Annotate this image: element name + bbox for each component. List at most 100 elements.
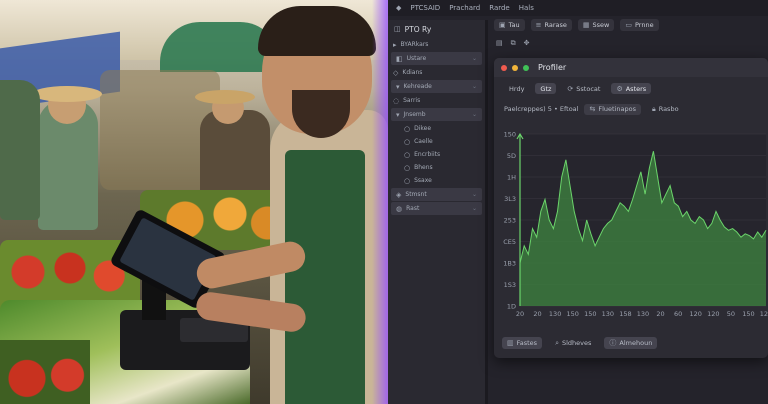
- sidebar-item-11[interactable]: ○ Ssaxe: [388, 174, 485, 187]
- chevron-down-icon[interactable]: ⌄: [472, 83, 477, 90]
- menu-item-1[interactable]: PTCSAID: [410, 4, 440, 12]
- sidebar-item-label: Ssaxe: [414, 177, 432, 184]
- chart-icon: ▥: [507, 339, 514, 347]
- y-tick-label: 3L3: [504, 195, 516, 203]
- frame-icon: ▣: [499, 21, 506, 29]
- y-tick-label: 1H: [507, 174, 516, 182]
- move-icon[interactable]: ✥: [524, 39, 530, 47]
- x-tick-label: 150: [742, 310, 754, 318]
- x-tick-label: 20: [656, 310, 664, 318]
- sidebar-item-label: Sarris: [403, 97, 421, 104]
- footer-button-1[interactable]: ▥ Fastes: [502, 337, 543, 349]
- sidebar-item-label: Kdians: [402, 69, 423, 76]
- sidebar-item-4[interactable]: ▾ Kehreade ⌄: [391, 80, 482, 93]
- profiler-subbar: Paelcreppes) 5 • Eftoal ⇆ Fluetinapos 🔒︎ R…: [494, 101, 768, 117]
- search-icon: ⌕: [555, 338, 559, 347]
- sidebar-item-3[interactable]: ◇ Kdians: [388, 66, 485, 79]
- toolbar-button-1[interactable]: ▣ Tau: [494, 19, 525, 31]
- sidebar-item-13[interactable]: ◍ Rast ⌄: [391, 202, 482, 215]
- refresh-icon: ⟳: [567, 84, 574, 93]
- tree-node-icon: ▾: [396, 110, 400, 119]
- maximize-icon[interactable]: [523, 64, 529, 71]
- toolbar-button-2[interactable]: ≡ Rarase: [530, 19, 572, 31]
- x-tick-label: 50: [727, 310, 735, 318]
- menu-item-2[interactable]: Prachard: [449, 4, 480, 12]
- copy-icon[interactable]: ⧉: [511, 39, 516, 48]
- tree-node-icon: ◇: [393, 68, 399, 77]
- close-icon[interactable]: [501, 64, 507, 71]
- tree-node-icon: ▸: [393, 40, 397, 49]
- tree-node-icon: ○: [404, 163, 411, 172]
- sidebar-item-1[interactable]: ▸ BYARkars: [388, 38, 485, 51]
- sidebar-item-10[interactable]: ○ Bhens: [388, 161, 485, 174]
- sidebar-item-label: Rast: [406, 205, 420, 212]
- x-tick-label: 150: [567, 310, 579, 318]
- footer-button-2[interactable]: ⌕ Sldheves: [550, 337, 596, 349]
- chevron-down-icon[interactable]: ⌄: [472, 205, 477, 212]
- sidebar-item-label: Stmsnt: [405, 191, 427, 198]
- minimize-icon[interactable]: [512, 64, 518, 71]
- tab-2[interactable]: Gtz: [535, 83, 557, 94]
- chevron-down-icon[interactable]: ⌄: [472, 111, 477, 118]
- tree-node-icon: ○: [404, 176, 411, 185]
- x-tick-label: 150: [584, 310, 596, 318]
- layout-icon[interactable]: ▤: [496, 39, 503, 47]
- sidebar-item-6[interactable]: ▾ Jnsemb ⌄: [391, 108, 482, 121]
- subbar-button-2[interactable]: 🔒︎ Rasbo: [647, 104, 684, 115]
- tab-4[interactable]: ⚙ Asters: [611, 83, 652, 94]
- sidebar-item-9[interactable]: ○ Encrbiits: [388, 148, 485, 161]
- tree-node-icon: ○: [404, 137, 411, 146]
- chevron-down-icon[interactable]: ⌄: [472, 191, 477, 198]
- sidebar-item-label: Ustare: [406, 55, 427, 62]
- y-tick-label: 150: [504, 131, 516, 139]
- profiler-window: Profiler Hrdy Gtz ⟳ Sstocat ⚙ Asters Paelc…: [494, 58, 768, 358]
- sidebar-item-label: Encrbiits: [414, 151, 441, 158]
- footer-button-3[interactable]: ⓘ Almehoun: [604, 337, 658, 349]
- market-photo: [0, 0, 390, 404]
- window-icon: ▭: [625, 21, 632, 29]
- profiler-titlebar[interactable]: Profiler: [494, 58, 768, 77]
- tree-node-icon: ○: [404, 124, 411, 133]
- profiler-tabs: Hrdy Gtz ⟳ Sstocat ⚙ Asters: [494, 80, 768, 97]
- x-tick-label: 120: [760, 310, 768, 318]
- info-icon: ⓘ: [609, 339, 617, 347]
- x-tick-label: 130: [637, 310, 649, 318]
- chevron-down-icon[interactable]: ⌄: [472, 55, 477, 62]
- tree-node-icon: ▾: [396, 82, 400, 91]
- profiler-footer: ▥ Fastes ⌕ Sldheves ⓘ Almehoun: [494, 333, 768, 353]
- menu-item-4[interactable]: Hals: [519, 4, 534, 12]
- x-tick-label: 158: [619, 310, 631, 318]
- sidebar-item-2[interactable]: ◧ Ustare ⌄: [391, 52, 482, 65]
- sidebar-item-12[interactable]: ◈ Stmsnt ⌄: [391, 188, 482, 201]
- sidebar-item-7[interactable]: ○ Dikee: [388, 122, 485, 135]
- x-tick-label: 120: [707, 310, 719, 318]
- y-tick-label: 253: [504, 217, 516, 225]
- subbar-button-1[interactable]: ⇆ Fluetinapos: [584, 103, 641, 115]
- sidebar-item-label: Jnsemb: [403, 111, 426, 118]
- sidebar-item-label: Caelle: [414, 138, 433, 145]
- sidebar-splitter[interactable]: [485, 20, 488, 404]
- menu-item-3[interactable]: Rarde: [489, 4, 510, 12]
- sidebar: ◫ PTO Ry ▸ BYARkars ◧ Ustare ⌄ ◇ Kdians ▾ Kehrea…: [388, 20, 485, 404]
- tree-node-icon: ◍: [396, 204, 403, 213]
- toolbar-button-3[interactable]: ▦ Ssew: [577, 19, 615, 31]
- tree-node-icon: ◧: [396, 54, 403, 63]
- y-tick-label: 1S3: [504, 281, 516, 289]
- subbar-label: Paelcreppes) 5 • Eftoal: [504, 105, 579, 113]
- x-tick-label: 120: [690, 310, 702, 318]
- sidebar-item-label: BYARkars: [400, 41, 429, 48]
- y-tick-label: CE5: [503, 238, 516, 246]
- lock-icon: 🔒︎: [651, 104, 656, 113]
- sidebar-item-label: Kehreade: [403, 83, 432, 90]
- sidebar-title: ◫ PTO Ry: [394, 24, 432, 34]
- app-menu-icon[interactable]: ◆: [396, 4, 401, 12]
- y-tick-label: 1D: [507, 303, 516, 311]
- toolbar: ▣ Tau ≡ Rarase ▦ Ssew ▭ Prnne: [488, 16, 768, 34]
- app-window: ◆ PTCSAID Prachard Rarde Hals ▣ Tau ≡ Rara…: [388, 0, 768, 404]
- toolbar-button-4[interactable]: ▭ Prnne: [620, 19, 659, 31]
- sidebar-item-5[interactable]: ◌ Sarris: [388, 94, 485, 107]
- tab-3[interactable]: ⟳ Sstocat: [562, 83, 605, 94]
- tab-1[interactable]: Hrdy: [504, 83, 529, 94]
- sidebar-item-8[interactable]: ○ Caelle: [388, 135, 485, 148]
- y-tick-label: 1B3: [503, 260, 516, 268]
